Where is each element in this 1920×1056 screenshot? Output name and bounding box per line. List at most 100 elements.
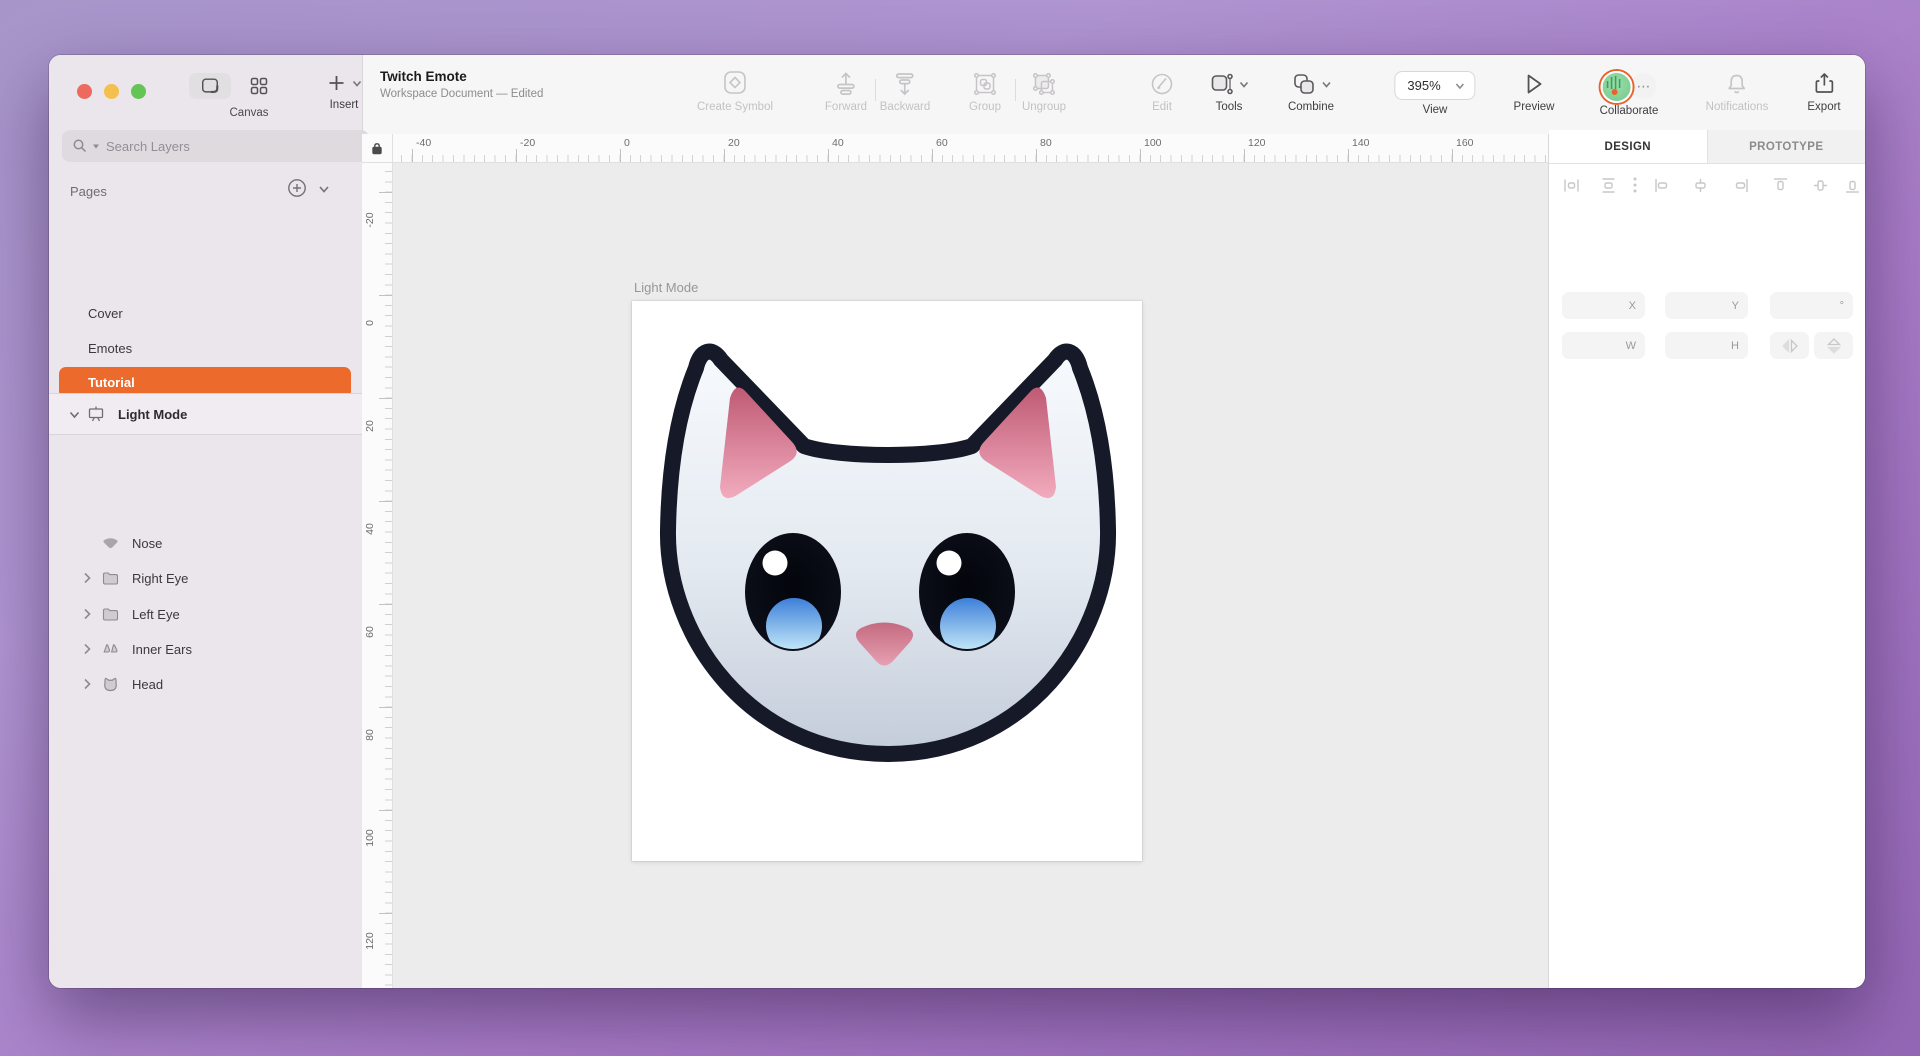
ruler-label: 40 [832, 137, 844, 149]
canvas-icon [199, 76, 221, 96]
tools-button[interactable]: Tools [1209, 71, 1250, 113]
collaborator-avatar[interactable] [1601, 71, 1633, 103]
insert-button[interactable]: Insert [326, 71, 363, 111]
forward-button[interactable]: Forward [825, 71, 867, 113]
nose-shape-icon [101, 534, 120, 553]
inspector-panel: DESIGN PROTOTYPE [1548, 134, 1865, 988]
close-window-button[interactable] [77, 84, 92, 99]
export-button[interactable]: Export [1807, 71, 1840, 113]
ruler-label: -20 [364, 205, 376, 235]
y-position-field[interactable]: Y [1665, 292, 1748, 319]
tools-icon [1209, 71, 1235, 97]
add-page-button[interactable] [287, 178, 307, 198]
preview-button[interactable]: Preview [1514, 71, 1555, 113]
chevron-down-icon [317, 182, 331, 196]
pages-section-label: Pages [70, 184, 107, 199]
ruler-label: 60 [936, 137, 948, 149]
flip-horizontal-button[interactable] [1770, 332, 1809, 359]
play-icon [1521, 71, 1547, 97]
page-item-cover[interactable]: Cover [59, 298, 351, 329]
align-bottom-button[interactable] [1841, 174, 1863, 196]
create-symbol-button[interactable]: Create Symbol [697, 71, 773, 113]
align-left-button[interactable] [1651, 174, 1673, 196]
height-field[interactable]: H [1665, 332, 1748, 359]
align-center-horizontal-button[interactable] [1689, 174, 1711, 196]
x-position-field[interactable]: X [1562, 292, 1645, 319]
width-field[interactable]: W [1562, 332, 1645, 359]
vertical-ruler: -20 0 20 40 60 80 100 120 [362, 162, 393, 988]
ruler-label: 120 [1248, 137, 1266, 149]
cat-emote-graphic[interactable] [658, 336, 1118, 764]
zoom-value: 395% [1407, 78, 1440, 93]
collaborators-overflow-button[interactable]: ⋯ [1631, 73, 1657, 99]
group-button[interactable]: Group [969, 71, 1001, 113]
tab-prototype[interactable]: PROTOTYPE [1707, 130, 1866, 163]
ears-shape-icon [101, 640, 120, 659]
ruler-label: 40 [364, 514, 376, 544]
view-zoom-control[interactable]: 395% View [1394, 71, 1475, 116]
distribute-vertically-button[interactable] [1597, 174, 1619, 196]
chevron-right-icon [80, 642, 94, 656]
canvas-toggle-label: Canvas [199, 107, 299, 119]
ruler-label: 0 [364, 308, 376, 338]
document-title: Twitch Emote [380, 69, 543, 84]
tab-design[interactable]: DESIGN [1549, 130, 1707, 163]
alignment-options-dots[interactable] [1624, 174, 1646, 196]
canvas-area[interactable]: -40 -20 0 20 40 60 80 100 120 140 160 -2… [362, 134, 1549, 988]
search-input[interactable] [104, 138, 308, 155]
toolbar: Canvas Insert Twitch Emote Workspace Doc… [49, 55, 1865, 135]
align-top-button[interactable] [1769, 174, 1791, 196]
notifications-button[interactable]: Notifications [1706, 71, 1769, 113]
backward-button[interactable]: Backward [880, 71, 931, 113]
search-field[interactable] [62, 130, 369, 162]
ungroup-button[interactable]: Ungroup [1022, 71, 1066, 113]
bell-icon [1724, 71, 1750, 97]
flip-vertical-button[interactable] [1814, 332, 1853, 359]
ruler-corner[interactable] [362, 134, 393, 163]
layer-item-nose[interactable]: Nose [49, 527, 362, 559]
rotation-field[interactable]: ° [1770, 292, 1853, 319]
page-item-emotes[interactable]: Emotes [59, 333, 351, 364]
left-eye-highlight [763, 551, 788, 576]
chevron-down-icon [1455, 80, 1466, 91]
ruler-label: 0 [624, 137, 630, 149]
folder-icon [101, 569, 120, 588]
canvas-view-toggle[interactable] [189, 73, 231, 99]
zoom-window-button[interactable] [131, 84, 146, 99]
lock-icon [371, 142, 383, 155]
plus-icon [326, 71, 348, 95]
bring-forward-icon [833, 71, 859, 97]
toolbar-sidebar-section: Canvas [49, 55, 363, 134]
artboard-row-label: Light Mode [118, 407, 187, 422]
minimize-window-button[interactable] [104, 84, 119, 99]
distribute-horizontally-button[interactable] [1560, 174, 1582, 196]
align-middle-vertical-button[interactable] [1809, 174, 1831, 196]
edit-pencil-icon [1149, 71, 1175, 97]
ruler-label: 80 [1040, 137, 1052, 149]
layer-item-head[interactable]: Head [49, 668, 362, 700]
document-subtitle: Workspace Document — Edited [380, 88, 543, 100]
align-right-button[interactable] [1729, 174, 1751, 196]
combine-button[interactable]: Combine [1288, 71, 1334, 113]
collapse-pages-button[interactable] [317, 182, 331, 196]
layer-item-left-eye[interactable]: Left Eye [49, 598, 362, 630]
layer-sidebar: Pages Cover Emotes Tutorial Steps Light … [49, 134, 363, 988]
combine-icon [1291, 71, 1317, 97]
flip-vertical-icon [1826, 337, 1842, 355]
ruler-label: 120 [364, 926, 376, 956]
artboard-light-mode[interactable] [632, 301, 1142, 861]
collaborate-button[interactable]: ⋯ Collaborate [1600, 71, 1659, 117]
artboard-icon [87, 405, 105, 423]
layer-item-inner-ears[interactable]: Inner Ears [49, 633, 362, 665]
search-filter-chevron-icon [92, 142, 100, 150]
group-icon [972, 71, 998, 97]
artboard-title[interactable]: Light Mode [634, 280, 698, 295]
edit-button[interactable]: Edit [1149, 71, 1175, 113]
plus-circle-icon [287, 178, 307, 198]
artboard-row-light-mode[interactable]: Light Mode [49, 393, 362, 435]
ungroup-icon [1031, 71, 1057, 97]
grid-view-toggle[interactable] [241, 73, 277, 99]
zoom-dropdown[interactable]: 395% [1394, 71, 1475, 100]
layer-item-right-eye[interactable]: Right Eye [49, 562, 362, 594]
avatar-plant-icon [1603, 73, 1627, 97]
